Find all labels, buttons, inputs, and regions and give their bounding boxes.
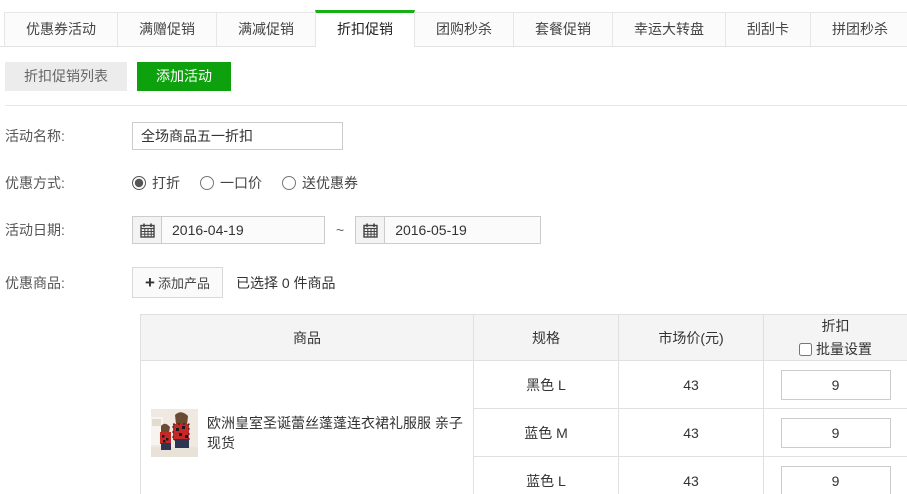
spec-cell: 蓝色 M bbox=[474, 409, 619, 457]
discount-cell bbox=[764, 361, 907, 409]
discount-input[interactable] bbox=[781, 466, 891, 494]
tab-full-reduction-promo[interactable]: 满减促销 bbox=[216, 12, 316, 46]
radio-give-coupon[interactable] bbox=[282, 176, 296, 190]
radio-dazhe[interactable] bbox=[132, 176, 146, 190]
radio-dazhe-label: 打折 bbox=[152, 173, 180, 193]
start-date-value: 2016-04-19 bbox=[162, 222, 244, 238]
radio-give-coupon-label: 送优惠券 bbox=[302, 173, 358, 193]
end-date-picker[interactable]: 2016-05-19 bbox=[355, 216, 541, 244]
plus-icon: + bbox=[145, 274, 155, 291]
product-cell: 欧洲皇室圣诞蕾丝蓬蓬连衣裙礼服服 亲子现货 bbox=[141, 361, 474, 494]
end-date-value: 2016-05-19 bbox=[385, 222, 467, 238]
discount-method-options: 打折 一口价 送优惠券 bbox=[132, 173, 358, 193]
tab-lucky-wheel[interactable]: 幸运大转盘 bbox=[612, 12, 726, 46]
add-activity-form: 活动名称: 优惠方式: 打折 一口价 送优惠券 活动日期: bbox=[0, 122, 907, 298]
radio-option-dazhe[interactable]: 打折 bbox=[132, 173, 180, 193]
tab-pintuan-flash-sale[interactable]: 拼团秒杀 bbox=[810, 12, 907, 46]
activity-name-input[interactable] bbox=[132, 122, 343, 150]
subnav: 折扣促销列表 添加活动 bbox=[5, 62, 907, 106]
header-discount-title: 折扣 bbox=[764, 316, 907, 336]
discount-method-label: 优惠方式: bbox=[0, 173, 132, 193]
price-cell: 43 bbox=[619, 457, 764, 494]
batch-set-label: 批量设置 bbox=[816, 339, 872, 359]
table-header-row: 商品 规格 市场价(元) 折扣 批量设置 bbox=[141, 315, 907, 361]
calendar-icon bbox=[133, 217, 162, 243]
selected-count-text: 已选择 0 件商品 bbox=[236, 273, 336, 293]
products-table: 商品 规格 市场价(元) 折扣 批量设置 bbox=[140, 314, 907, 494]
activity-date-row: 活动日期: 2016-04-19 ~ bbox=[0, 216, 907, 244]
date-range-separator: ~ bbox=[336, 222, 344, 238]
header-product: 商品 bbox=[141, 315, 474, 361]
tab-discount-promo[interactable]: 折扣促销 bbox=[315, 10, 415, 47]
price-cell: 43 bbox=[619, 361, 764, 409]
discount-input[interactable] bbox=[781, 418, 891, 448]
calendar-icon bbox=[356, 217, 385, 243]
radio-option-give-coupon[interactable]: 送优惠券 bbox=[282, 173, 358, 193]
tab-package-promo[interactable]: 套餐促销 bbox=[513, 12, 613, 46]
activity-date-label: 活动日期: bbox=[0, 220, 132, 240]
add-activity-button[interactable]: 添加活动 bbox=[137, 62, 231, 91]
tab-coupon-campaign[interactable]: 优惠券活动 bbox=[4, 12, 118, 46]
price-cell: 43 bbox=[619, 409, 764, 457]
discount-method-row: 优惠方式: 打折 一口价 送优惠券 bbox=[0, 173, 907, 193]
product-thumbnail-image bbox=[151, 409, 198, 457]
table-row: 欧洲皇室圣诞蕾丝蓬蓬连衣裙礼服服 亲子现货 黑色 L 43 bbox=[141, 361, 907, 409]
tab-group-flash-sale[interactable]: 团购秒杀 bbox=[414, 12, 514, 46]
spec-cell: 黑色 L bbox=[474, 361, 619, 409]
discount-products-label: 优惠商品: bbox=[0, 273, 132, 293]
header-spec: 规格 bbox=[474, 315, 619, 361]
tab-scratch-card[interactable]: 刮刮卡 bbox=[725, 12, 811, 46]
discount-products-row: 优惠商品: + 添加产品 已选择 0 件商品 bbox=[0, 267, 907, 298]
product-title: 欧洲皇室圣诞蕾丝蓬蓬连衣裙礼服服 亲子现货 bbox=[207, 413, 473, 453]
activity-name-row: 活动名称: bbox=[0, 122, 907, 150]
activity-name-label: 活动名称: bbox=[0, 126, 132, 146]
promotion-tabs: 优惠券活动 满赠促销 满减促销 折扣促销 团购秒杀 套餐促销 幸运大转盘 刮刮卡… bbox=[0, 0, 907, 47]
radio-fixed-price-label: 一口价 bbox=[220, 173, 262, 193]
discount-cell bbox=[764, 457, 907, 494]
discount-list-button[interactable]: 折扣促销列表 bbox=[5, 62, 127, 91]
start-date-picker[interactable]: 2016-04-19 bbox=[132, 216, 325, 244]
header-discount: 折扣 批量设置 bbox=[764, 315, 907, 361]
radio-fixed-price[interactable] bbox=[200, 176, 214, 190]
discount-input[interactable] bbox=[781, 370, 891, 400]
add-product-button-label: 添加产品 bbox=[158, 273, 210, 292]
add-product-button[interactable]: + 添加产品 bbox=[132, 267, 223, 298]
header-price: 市场价(元) bbox=[619, 315, 764, 361]
spec-cell: 蓝色 L bbox=[474, 457, 619, 494]
batch-set-checkbox[interactable] bbox=[799, 343, 812, 356]
discount-cell bbox=[764, 409, 907, 457]
radio-option-fixed-price[interactable]: 一口价 bbox=[200, 173, 262, 193]
tab-full-gift-promo[interactable]: 满赠促销 bbox=[117, 12, 217, 46]
